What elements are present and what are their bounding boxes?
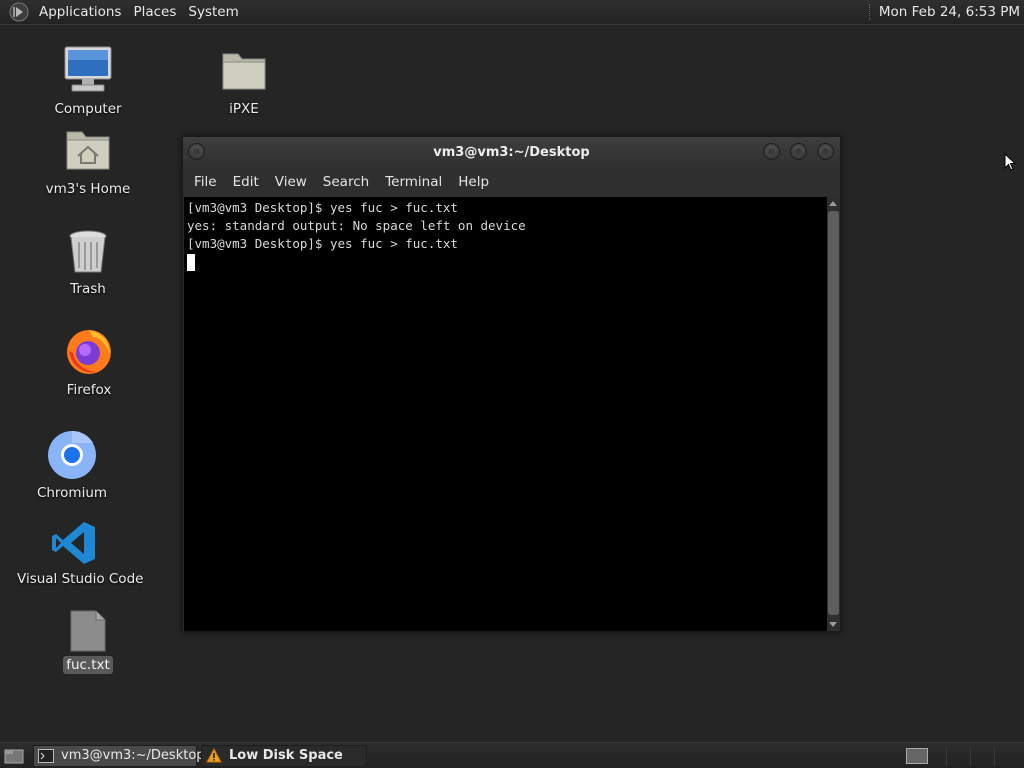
terminal-line: yes: standard output: No space left on d… [187,218,526,233]
desktop-icon-label: Firefox [66,382,112,398]
desktop-icon-label: Visual Studio Code [17,571,144,587]
desktop-icon-chromium[interactable]: Chromium [12,430,132,502]
show-desktop-icon[interactable] [3,747,25,765]
system-menu[interactable]: System [182,4,244,20]
workspace-cell[interactable] [946,746,970,766]
desktop-icon-label: Chromium [36,485,108,501]
menu-edit[interactable]: Edit [226,174,266,190]
clock[interactable]: Mon Feb 24, 6:53 PM [879,4,1020,20]
maximize-button[interactable] [790,143,807,160]
menu-search[interactable]: Search [316,174,376,190]
computer-icon [64,46,112,92]
chromium-icon [48,430,96,479]
scroll-up-arrow-icon[interactable] [829,201,837,206]
taskbar-item-label: Low Disk Space [229,748,343,763]
taskbar-item-terminal[interactable]: vm3@vm3:~/Desktop [33,744,205,767]
terminal-cursor [187,254,195,271]
panel-separator [868,4,871,20]
workspace-cell[interactable] [994,746,1018,766]
scroll-down-arrow-icon[interactable] [829,622,837,627]
window-titlebar[interactable]: vm3@vm3:~/Desktop [183,137,840,168]
desktop-icon-ipxe[interactable]: iPXE [184,44,304,118]
warning-icon [206,748,222,763]
desktop-icon-trash[interactable]: Trash [28,228,148,298]
menu-file[interactable]: File [187,174,224,190]
bottom-panel: vm3@vm3:~/Desktop Low Disk Space [0,742,1024,768]
text-file-icon [70,610,106,652]
menu-help[interactable]: Help [451,174,496,190]
folder-icon [222,53,266,90]
terminal-output[interactable]: [vm3@vm3 Desktop]$ yes fuc > fuc.txt yes:… [184,197,827,631]
window-title: vm3@vm3:~/Desktop [433,145,590,160]
terminal-icon [38,748,54,763]
menu-view[interactable]: View [268,174,314,190]
home-folder-icon [66,131,110,170]
terminal-menubar: File Edit View Search Terminal Help [183,168,840,196]
terminal-window[interactable]: vm3@vm3:~/Desktop File Edit View Search … [182,136,841,632]
taskbar-item-low-disk-space[interactable]: Low Disk Space [201,744,367,767]
scrollbar-thumb[interactable] [828,211,839,615]
vscode-icon [52,522,95,564]
terminal-scrollbar[interactable] [827,197,840,631]
workspace-switcher [946,746,1018,766]
places-menu[interactable]: Places [127,4,182,20]
desktop-icon-firefox[interactable]: Firefox [29,325,149,399]
minimize-button[interactable] [763,143,780,160]
desktop-icon-home[interactable]: vm3's Home [28,126,148,198]
gnome-foot-icon[interactable] [9,2,29,22]
desktop-icon-label: Computer [54,101,122,117]
trash-icon [69,230,107,273]
close-button[interactable] [817,143,834,160]
top-panel: Applications Places System Mon Feb 24, 6… [0,0,1024,25]
menu-terminal[interactable]: Terminal [378,174,449,190]
desktop-icon-label: Trash [70,281,106,297]
applications-menu[interactable]: Applications [33,4,127,20]
mouse-pointer-icon [1004,153,1016,171]
desktop-icon-computer[interactable]: Computer [28,44,148,118]
taskbar-item-label: vm3@vm3:~/Desktop [61,748,205,763]
desktop-icon-label: iPXE [229,101,259,117]
workspace-switcher-active[interactable] [906,747,928,764]
terminal-line: [vm3@vm3 Desktop]$ yes fuc > fuc.txt [187,236,458,251]
desktop-icon-label: fuc.txt [63,656,113,674]
desktop-icon-vscode[interactable]: Visual Studio Code [14,520,143,588]
firefox-icon [67,330,111,374]
desktop-icon-fuc-txt[interactable]: fuc.txt [28,610,148,674]
window-menu-button[interactable] [188,143,205,160]
terminal-line: [vm3@vm3 Desktop]$ yes fuc > fuc.txt [187,200,458,215]
desktop-icon-label: vm3's Home [45,181,131,197]
workspace-cell[interactable] [970,746,994,766]
